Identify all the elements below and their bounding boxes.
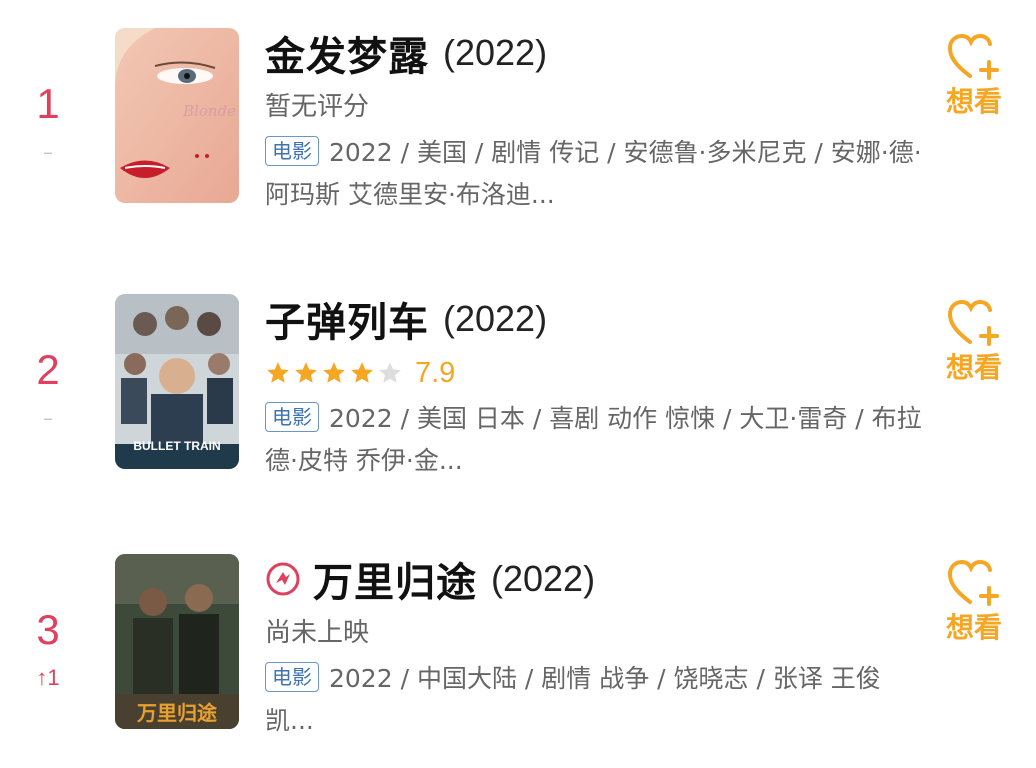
heart-plus-icon — [948, 300, 999, 346]
movie-title[interactable]: 子弹列车 — [265, 290, 429, 348]
want-label: 想看 — [945, 611, 1002, 644]
type-tag: 电影 — [265, 136, 319, 166]
want-to-watch-button[interactable]: 想看 — [938, 560, 1010, 646]
star-icon — [323, 362, 345, 383]
red-ribbon-icon — [266, 562, 300, 596]
poster-bullet-train: BULLET TRAIN — [115, 294, 239, 469]
poster-title-text: 万里归途 — [136, 701, 218, 725]
heart-plus-icon — [948, 34, 999, 80]
list-item[interactable]: 1 – Blonde 金发梦露 (2022) 暂无评分 电影 2022 / 美国… — [0, 22, 1036, 242]
type-tag: 电影 — [265, 662, 319, 692]
type-tag: 电影 — [265, 402, 319, 432]
movie-meta: 电影 2022 / 美国 日本 / 喜剧 动作 惊悚 / 大卫·雷奇 / 布拉德·… — [265, 398, 925, 482]
rating-status: 暂无评分 — [265, 92, 370, 122]
movie-info: 子弹列车 (2022) 7.9 电影 2022 / 美国 日本 / 喜剧 动作 惊… — [265, 288, 925, 482]
movie-title[interactable]: 万里归途 — [313, 550, 477, 608]
rank-trend: – — [43, 140, 53, 164]
movie-meta: 电影 2022 / 美国 / 剧情 传记 / 安德鲁·多米尼克 / 安娜·德·阿玛… — [265, 132, 925, 216]
rank-number: 2 — [36, 346, 60, 393]
poster-title-text: Blonde — [182, 102, 236, 120]
movie-title[interactable]: 金发梦露 — [265, 24, 429, 82]
star-icon — [379, 362, 401, 383]
rank-trend: ↑1 — [36, 665, 60, 690]
poster-title-text: BULLET TRAIN — [133, 439, 220, 453]
rank-number: 1 — [36, 80, 60, 127]
heart-plus-icon — [948, 560, 999, 606]
poster-image[interactable]: 万里归途 — [115, 554, 239, 729]
rating-row: 7.9 — [265, 350, 925, 396]
movie-year: (2022) — [443, 32, 548, 73]
poster-home-coming: 万里归途 — [115, 554, 239, 729]
poster-image[interactable]: BULLET TRAIN — [115, 294, 239, 469]
movie-info: 金发梦露 (2022) 暂无评分 电影 2022 / 美国 / 剧情 传记 / 安… — [265, 22, 925, 216]
want-to-watch-button[interactable]: 想看 — [938, 34, 1010, 120]
star-icon — [267, 362, 289, 383]
want-label: 想看 — [945, 85, 1002, 118]
star-rating — [265, 360, 405, 386]
star-icon — [351, 362, 373, 383]
star-icon — [295, 362, 317, 383]
movie-year: (2022) — [443, 298, 548, 339]
rating-status: 尚未上映 — [265, 618, 370, 648]
list-item[interactable]: 2 – BULLET TRAIN 子弹列车 (2022) 7.9 电影 2022… — [0, 288, 1036, 508]
meta-text: 2022 / 中国大陆 / 剧情 战争 / 饶晓志 / 张译 王俊凯... — [265, 664, 881, 735]
meta-text: 2022 / 美国 / 剧情 传记 / 安德鲁·多米尼克 / 安娜·德·阿玛斯 … — [265, 138, 922, 209]
list-item[interactable]: 3 ↑1 万里归途 万里归途 (2022) 尚未上映 电影 2022 / 中国大… — [0, 548, 1036, 768]
rating-score: 7.9 — [415, 356, 456, 389]
movie-ranking-list: 1 – Blonde 金发梦露 (2022) 暂无评分 电影 2022 / 美国… — [0, 0, 1036, 757]
want-label: 想看 — [945, 351, 1002, 384]
rank-trend: – — [43, 406, 53, 430]
meta-text: 2022 / 美国 日本 / 喜剧 动作 惊悚 / 大卫·雷奇 / 布拉德·皮特… — [265, 404, 922, 475]
rank-number: 3 — [36, 606, 60, 653]
want-to-watch-button[interactable]: 想看 — [938, 300, 1010, 386]
movie-info: 万里归途 (2022) 尚未上映 电影 2022 / 中国大陆 / 剧情 战争 /… — [265, 548, 925, 742]
poster-image[interactable]: Blonde — [115, 28, 239, 203]
movie-meta: 电影 2022 / 中国大陆 / 剧情 战争 / 饶晓志 / 张译 王俊凯... — [265, 658, 925, 742]
movie-year: (2022) — [491, 558, 596, 599]
poster-blonde: Blonde — [115, 28, 239, 203]
